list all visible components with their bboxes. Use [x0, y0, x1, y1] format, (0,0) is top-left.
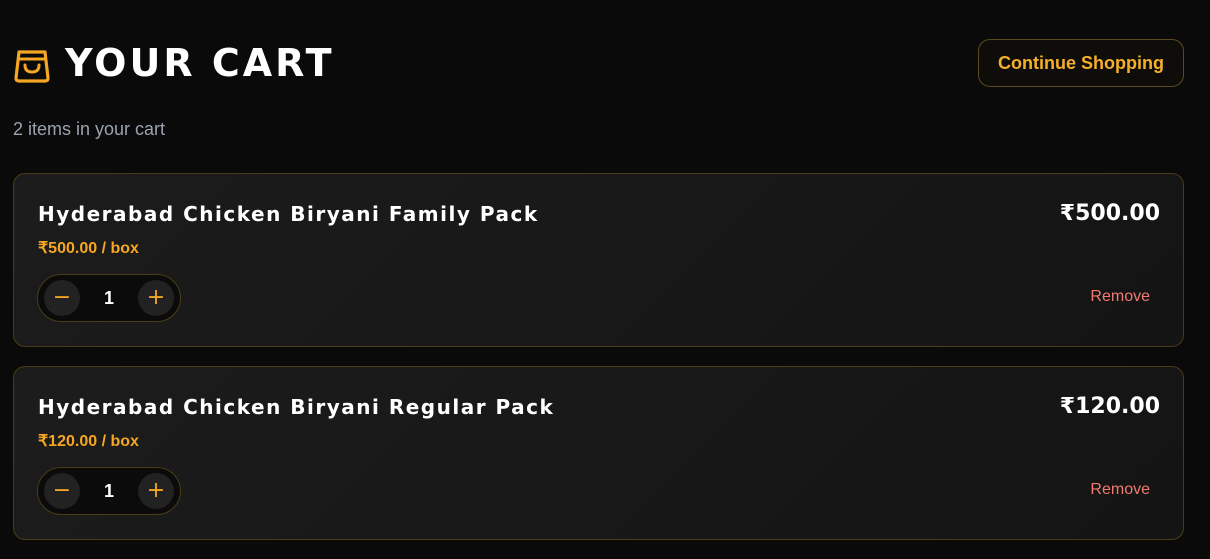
remove-item-button[interactable]: Remove — [1090, 481, 1150, 499]
remove-item-button[interactable]: Remove — [1090, 288, 1150, 306]
item-name: Hyderabad Chicken Biryani Family Pack — [38, 202, 539, 226]
continue-shopping-label: Continue Shopping — [998, 52, 1164, 73]
shopping-bag-icon — [13, 43, 51, 83]
continue-shopping-button[interactable]: Continue Shopping — [978, 39, 1184, 87]
item-unit-price: ₹120.00 / box — [38, 433, 139, 450]
increase-quantity-button[interactable]: + — [138, 473, 174, 509]
page-title: YOUR CART — [65, 41, 335, 85]
minus-icon: − — [52, 285, 72, 310]
item-total-price: ₹120.00 — [1059, 394, 1160, 419]
item-unit-price: ₹500.00 / box — [38, 240, 139, 257]
decrease-quantity-button[interactable]: − — [44, 473, 80, 509]
items-count-text: 2 items in your cart — [13, 119, 166, 139]
increase-quantity-button[interactable]: + — [138, 280, 174, 316]
cart-item-list: Hyderabad Chicken Biryani Family Pack ₹5… — [13, 173, 1184, 559]
cart-item: Hyderabad Chicken Biryani Regular Pack ₹… — [13, 366, 1184, 540]
quantity-value: 1 — [103, 288, 115, 308]
decrease-quantity-button[interactable]: − — [44, 280, 80, 316]
title-group: YOUR CART — [13, 41, 335, 85]
cart-header: YOUR CART Continue Shopping — [13, 36, 1184, 92]
cart-item: Hyderabad Chicken Biryani Family Pack ₹5… — [13, 173, 1184, 347]
item-name: Hyderabad Chicken Biryani Regular Pack — [38, 395, 555, 419]
quantity-stepper: − 1 + — [37, 274, 181, 322]
plus-icon: + — [146, 285, 166, 310]
item-total-price: ₹500.00 — [1059, 201, 1160, 226]
quantity-stepper: − 1 + — [37, 467, 181, 515]
minus-icon: − — [52, 478, 72, 503]
plus-icon: + — [146, 478, 166, 503]
quantity-value: 1 — [103, 481, 115, 501]
